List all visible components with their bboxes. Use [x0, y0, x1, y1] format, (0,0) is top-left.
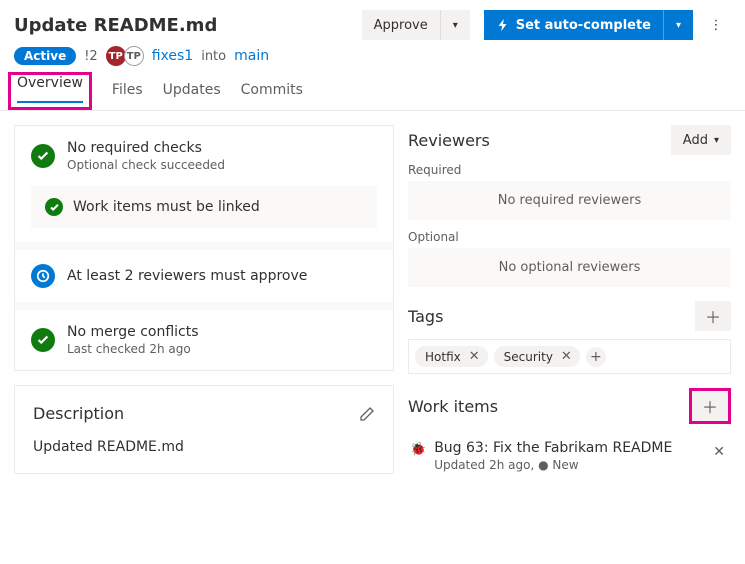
optional-reviewers-empty: No optional reviewers — [408, 248, 731, 287]
pr-tabs: Overview Files Updates Commits — [0, 72, 745, 111]
work-items-heading: Work items — [408, 397, 498, 416]
pr-title: Update README.md — [14, 15, 354, 36]
chevron-down-icon: ▾ — [453, 20, 458, 31]
check-reviewers: At least 2 reviewers must approve — [15, 242, 393, 302]
chevron-down-icon: ▾ — [676, 20, 681, 31]
tag-hotfix: Hotfix✕ — [415, 346, 488, 367]
check-merge: No merge conflicts Last checked 2h ago — [15, 302, 393, 370]
add-work-item-button[interactable]: ＋ — [692, 391, 728, 421]
optional-label: Optional — [408, 230, 731, 244]
approve-button-group: Approve ▾ — [362, 10, 470, 40]
plus-icon: ＋ — [702, 394, 718, 418]
tab-overview[interactable]: Overview — [17, 65, 83, 103]
iteration-label: !2 — [84, 49, 97, 64]
tab-files[interactable]: Files — [112, 72, 143, 110]
tab-commits[interactable]: Commits — [241, 72, 303, 110]
edit-description-button[interactable] — [359, 406, 375, 422]
remove-work-item-button[interactable]: ✕ — [709, 440, 729, 464]
checkmark-icon — [45, 198, 63, 216]
more-actions-button[interactable]: ⋮ — [701, 10, 731, 40]
tags-heading: Tags — [408, 307, 443, 326]
pencil-icon — [359, 406, 375, 422]
checkmark-icon — [31, 144, 55, 168]
pr-meta: Active !2 TP TP fixes1 into main — [14, 46, 731, 66]
tags-section: Tags ＋ Hotfix✕ Security✕ + — [408, 301, 731, 374]
reviewers-section: Reviewers Add ▾ Required No required rev… — [408, 125, 731, 287]
description-card: Description Updated README.md — [14, 385, 394, 474]
plus-icon: + — [590, 349, 602, 365]
remove-tag-button[interactable]: ✕ — [557, 349, 576, 364]
autocomplete-dropdown[interactable]: ▾ — [663, 10, 693, 40]
work-item-title: Bug 63: Fix the Fabrikam README — [434, 440, 672, 456]
inline-add-tag-button[interactable]: + — [586, 347, 606, 367]
add-reviewer-button[interactable]: Add ▾ — [671, 125, 731, 155]
plus-icon: ＋ — [705, 304, 721, 328]
reviewers-heading: Reviewers — [408, 131, 490, 150]
required-reviewers-empty: No required reviewers — [408, 181, 731, 220]
remove-tag-button[interactable]: ✕ — [465, 349, 484, 364]
approve-button[interactable]: Approve — [362, 10, 440, 40]
required-label: Required — [408, 163, 731, 177]
source-branch-link[interactable]: fixes1 — [152, 48, 194, 64]
add-tag-button[interactable]: ＋ — [695, 301, 731, 331]
description-heading: Description — [33, 404, 124, 423]
check-work-items: Work items must be linked — [31, 186, 377, 228]
autocomplete-button[interactable]: Set auto-complete — [484, 10, 663, 40]
description-body: Updated README.md — [33, 439, 375, 455]
checkmark-icon — [31, 328, 55, 352]
tag-security: Security✕ — [494, 346, 580, 367]
approve-dropdown[interactable]: ▾ — [440, 10, 470, 40]
work-item-sub: Updated 2h ago, ● New — [434, 458, 672, 472]
bug-icon: 🐞 — [410, 442, 426, 457]
avatar[interactable]: TP — [106, 46, 126, 66]
check-no-required: No required checks Optional check succee… — [15, 126, 393, 186]
status-badge: Active — [14, 47, 76, 65]
work-items-section: Work items ＋ 🐞 Bug 63: Fix the Fabrikam … — [408, 388, 731, 480]
tab-updates[interactable]: Updates — [163, 72, 221, 110]
target-branch-link[interactable]: main — [234, 48, 269, 64]
work-item-row[interactable]: 🐞 Bug 63: Fix the Fabrikam README Update… — [408, 432, 731, 480]
autocomplete-button-group: Set auto-complete ▾ — [484, 10, 693, 40]
branch-join-text: into — [201, 49, 226, 64]
avatar[interactable]: TP — [124, 46, 144, 66]
clock-icon — [31, 264, 55, 288]
checks-card: No required checks Optional check succee… — [14, 125, 394, 371]
more-icon: ⋮ — [710, 18, 723, 33]
chevron-down-icon: ▾ — [714, 135, 719, 146]
lightning-icon — [496, 18, 510, 32]
pr-header: Update README.md Approve ▾ Set auto-comp… — [0, 0, 745, 72]
tag-list: Hotfix✕ Security✕ + — [408, 339, 731, 374]
